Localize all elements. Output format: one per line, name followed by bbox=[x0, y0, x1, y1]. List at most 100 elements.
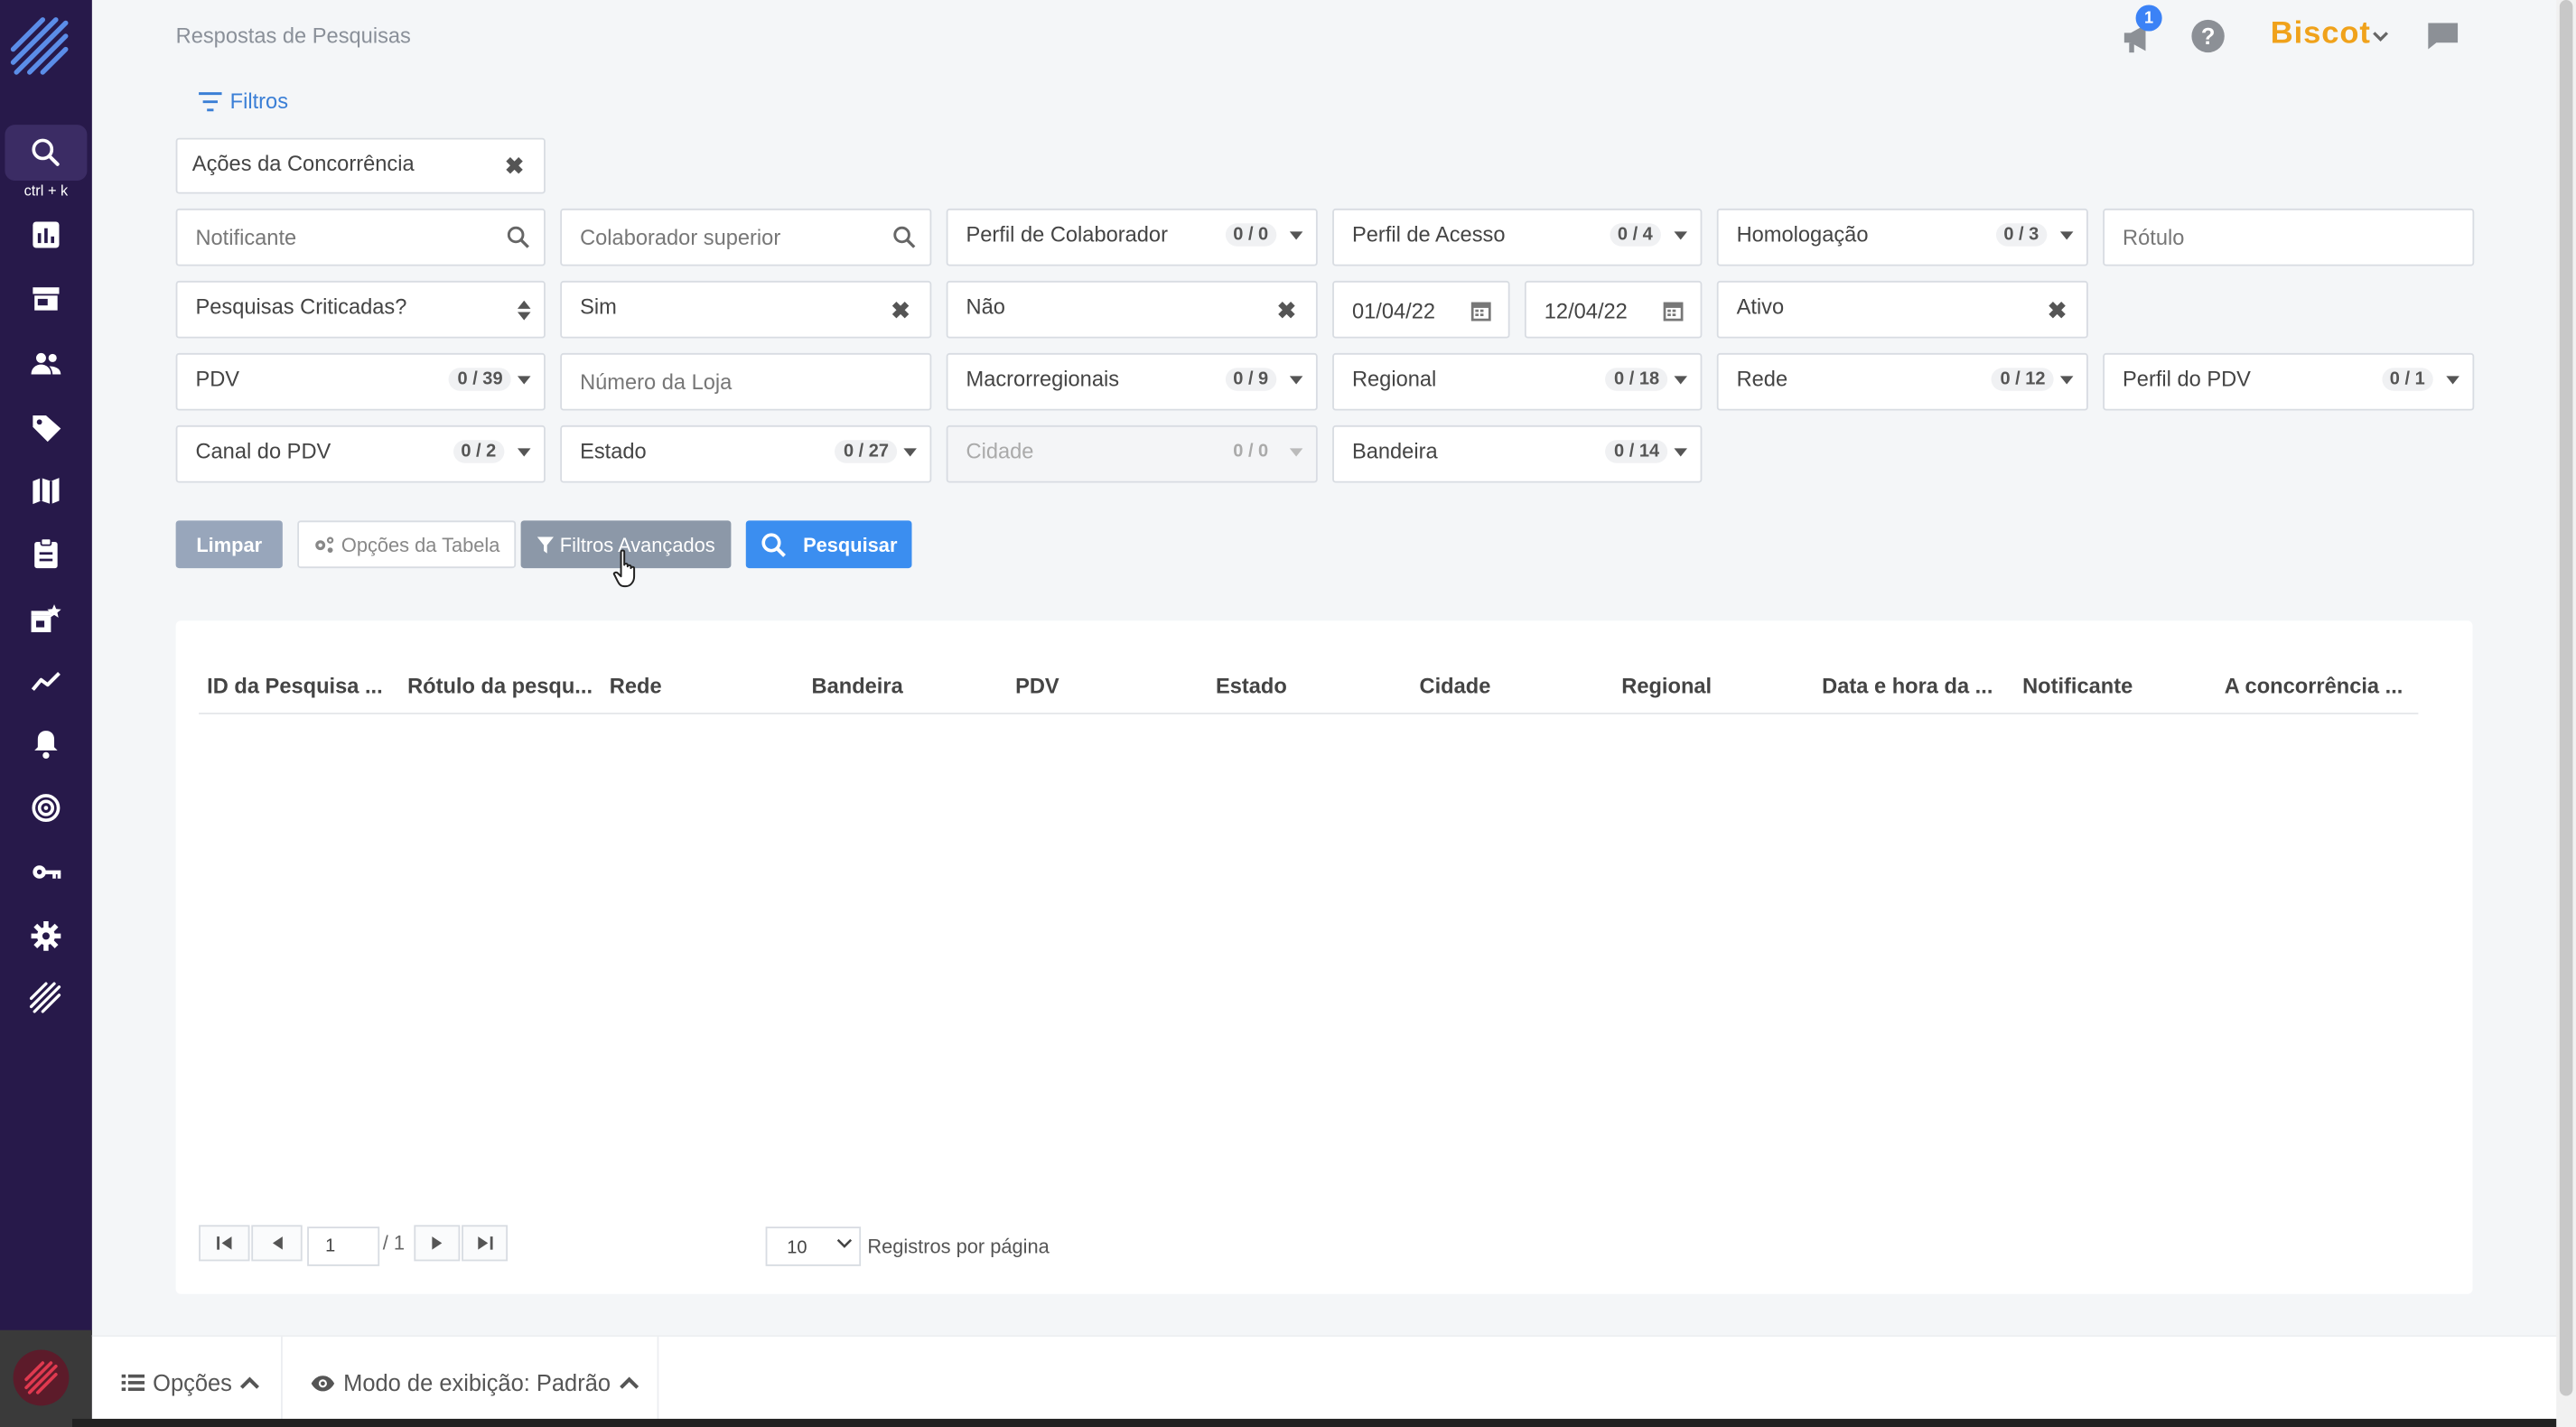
footer-divider bbox=[657, 1337, 659, 1427]
gear-icon[interactable] bbox=[5, 909, 87, 962]
trend-icon[interactable] bbox=[5, 655, 87, 707]
clear-icon[interactable]: ✖ bbox=[505, 153, 524, 181]
column-header[interactable]: PDV bbox=[1015, 673, 1059, 697]
brand-stripes-icon[interactable] bbox=[5, 972, 87, 1024]
clear-button[interactable]: Limpar bbox=[175, 520, 283, 569]
horizontal-scrollbar[interactable] bbox=[72, 1418, 2557, 1427]
notification-badge: 1 bbox=[2135, 5, 2162, 32]
chevron-up-icon bbox=[240, 1376, 260, 1389]
column-header[interactable]: A concorrência ... bbox=[2225, 673, 2403, 697]
perfil-acesso-count: 0 / 4 bbox=[1609, 223, 1661, 247]
clear-icon[interactable]: ✖ bbox=[1277, 297, 1296, 325]
display-mode-menu[interactable]: Modo de exibição: Padrão bbox=[311, 1337, 639, 1427]
colaborador-superior-input[interactable]: Colaborador superior bbox=[560, 208, 932, 266]
nao-value: Não bbox=[966, 294, 1005, 319]
nao-select[interactable]: Não ✖ bbox=[946, 280, 1318, 339]
search-icon[interactable] bbox=[5, 125, 88, 182]
tag-icon[interactable] bbox=[5, 401, 87, 453]
canal-pdv-label: Canal do PDV bbox=[195, 438, 331, 463]
caret-down-icon bbox=[1674, 376, 1688, 385]
per-page-label: Registros por página bbox=[867, 1235, 1050, 1258]
homologacao-count: 0 / 3 bbox=[1995, 223, 2048, 247]
funnel-icon bbox=[537, 536, 554, 553]
sim-select[interactable]: Sim ✖ bbox=[560, 280, 932, 339]
pesquisas-criticadas-select[interactable]: Pesquisas Criticadas? bbox=[175, 280, 546, 339]
pdv-select[interactable]: PDV 0 / 39 bbox=[175, 352, 546, 411]
perfil-acesso-select[interactable]: Perfil de Acesso 0 / 4 bbox=[1332, 208, 1703, 266]
caret-down-icon bbox=[1674, 231, 1688, 240]
table-options-button[interactable]: Opções da Tabela bbox=[297, 520, 517, 569]
key-icon[interactable] bbox=[5, 845, 87, 898]
app-root: ctrl + k Respostas de Pesquisas 1 ? Bisc… bbox=[0, 0, 2576, 1427]
chevron-down-icon[interactable] bbox=[2371, 26, 2391, 46]
sidebar-footer bbox=[0, 1329, 92, 1427]
rede-select[interactable]: Rede 0 / 12 bbox=[1716, 352, 2088, 411]
help-icon[interactable]: ? bbox=[2191, 19, 2225, 53]
column-header[interactable]: Cidade bbox=[1420, 673, 1491, 697]
caret-down-icon bbox=[2446, 376, 2459, 385]
store-star-icon[interactable] bbox=[5, 592, 87, 645]
clipboard-icon[interactable] bbox=[5, 527, 87, 580]
column-header[interactable]: Estado bbox=[1216, 673, 1287, 697]
perfil-acesso-label: Perfil de Acesso bbox=[1351, 221, 1506, 247]
canal-pdv-select[interactable]: Canal do PDV 0 / 2 bbox=[175, 424, 546, 483]
ativo-value: Ativo bbox=[1736, 294, 1785, 319]
chevron-down-icon bbox=[836, 1238, 853, 1248]
users-icon[interactable] bbox=[5, 337, 87, 389]
calendar-icon[interactable] bbox=[1663, 299, 1685, 322]
column-header[interactable]: ID da Pesquisa ... bbox=[207, 673, 383, 697]
column-header[interactable]: Regional bbox=[1621, 673, 1712, 697]
macrorregionais-select[interactable]: Macrorregionais 0 / 9 bbox=[946, 352, 1318, 411]
numero-loja-input[interactable]: Número da Loja bbox=[560, 352, 932, 411]
column-header[interactable]: Bandeira bbox=[812, 673, 903, 697]
brand-logo[interactable]: Biscot bbox=[2271, 16, 2371, 52]
bandeira-select[interactable]: Bandeira 0 / 14 bbox=[1332, 424, 1703, 483]
app-logo-icon[interactable] bbox=[10, 16, 72, 79]
bell-icon[interactable] bbox=[5, 718, 87, 770]
chart-icon[interactable] bbox=[5, 209, 87, 261]
date-to-input[interactable]: 12/04/22 bbox=[1524, 280, 1703, 339]
column-header[interactable]: Rede bbox=[610, 673, 662, 697]
notificante-input[interactable]: Notificante bbox=[175, 208, 546, 266]
perfil-pdv-select[interactable]: Perfil do PDV 0 / 1 bbox=[2103, 352, 2475, 411]
survey-select[interactable]: Ações da Concorrência ✖ bbox=[175, 137, 546, 194]
next-page-button[interactable] bbox=[414, 1225, 461, 1262]
display-mode-label: Modo de exibição: Padrão bbox=[343, 1369, 611, 1396]
store-icon[interactable] bbox=[5, 273, 87, 325]
clear-icon[interactable]: ✖ bbox=[2048, 297, 2067, 325]
pdv-count: 0 / 39 bbox=[449, 368, 511, 391]
perfil-colaborador-label: Perfil de Colaborador bbox=[966, 221, 1168, 247]
page-number-input[interactable]: 1 bbox=[307, 1226, 380, 1266]
homologacao-select[interactable]: Homologação 0 / 3 bbox=[1716, 208, 2088, 266]
ativo-select[interactable]: Ativo ✖ bbox=[1716, 280, 2088, 339]
filters-toggle[interactable]: Filtros bbox=[197, 89, 288, 113]
scrollbar-thumb[interactable] bbox=[2559, 0, 2573, 1396]
chevron-up-icon bbox=[619, 1376, 639, 1389]
account-logo-icon[interactable] bbox=[13, 1349, 70, 1406]
clear-icon[interactable]: ✖ bbox=[891, 297, 910, 325]
first-page-icon bbox=[216, 1236, 231, 1250]
estado-select[interactable]: Estado 0 / 27 bbox=[560, 424, 932, 483]
target-icon[interactable] bbox=[5, 781, 87, 834]
search-button[interactable]: Pesquisar bbox=[745, 520, 912, 569]
table-options-label: Opções da Tabela bbox=[341, 533, 500, 556]
rotulo-input[interactable]: Rótulo bbox=[2103, 208, 2475, 266]
cidade-label: Cidade bbox=[966, 438, 1034, 463]
homologacao-label: Homologação bbox=[1736, 221, 1869, 247]
vertical-scrollbar[interactable] bbox=[2556, 0, 2576, 1427]
prev-page-button[interactable] bbox=[251, 1225, 303, 1262]
perfil-colaborador-select[interactable]: Perfil de Colaborador 0 / 0 bbox=[946, 208, 1318, 266]
regional-select[interactable]: Regional 0 / 18 bbox=[1332, 352, 1703, 411]
column-header[interactable]: Rótulo da pesqu... bbox=[407, 673, 593, 697]
prev-page-icon bbox=[272, 1236, 282, 1250]
calendar-icon[interactable] bbox=[1470, 299, 1492, 322]
first-page-button[interactable] bbox=[199, 1225, 250, 1262]
map-icon[interactable] bbox=[5, 465, 87, 518]
column-header[interactable]: Data e hora da ... bbox=[1822, 673, 1993, 697]
options-menu[interactable]: Opções bbox=[121, 1337, 260, 1427]
date-from-input[interactable]: 01/04/22 bbox=[1332, 280, 1510, 339]
search-icon bbox=[893, 226, 916, 248]
column-header[interactable]: Notificante bbox=[2022, 673, 2133, 697]
last-page-button[interactable] bbox=[462, 1225, 509, 1262]
chat-icon[interactable] bbox=[2427, 22, 2459, 51]
